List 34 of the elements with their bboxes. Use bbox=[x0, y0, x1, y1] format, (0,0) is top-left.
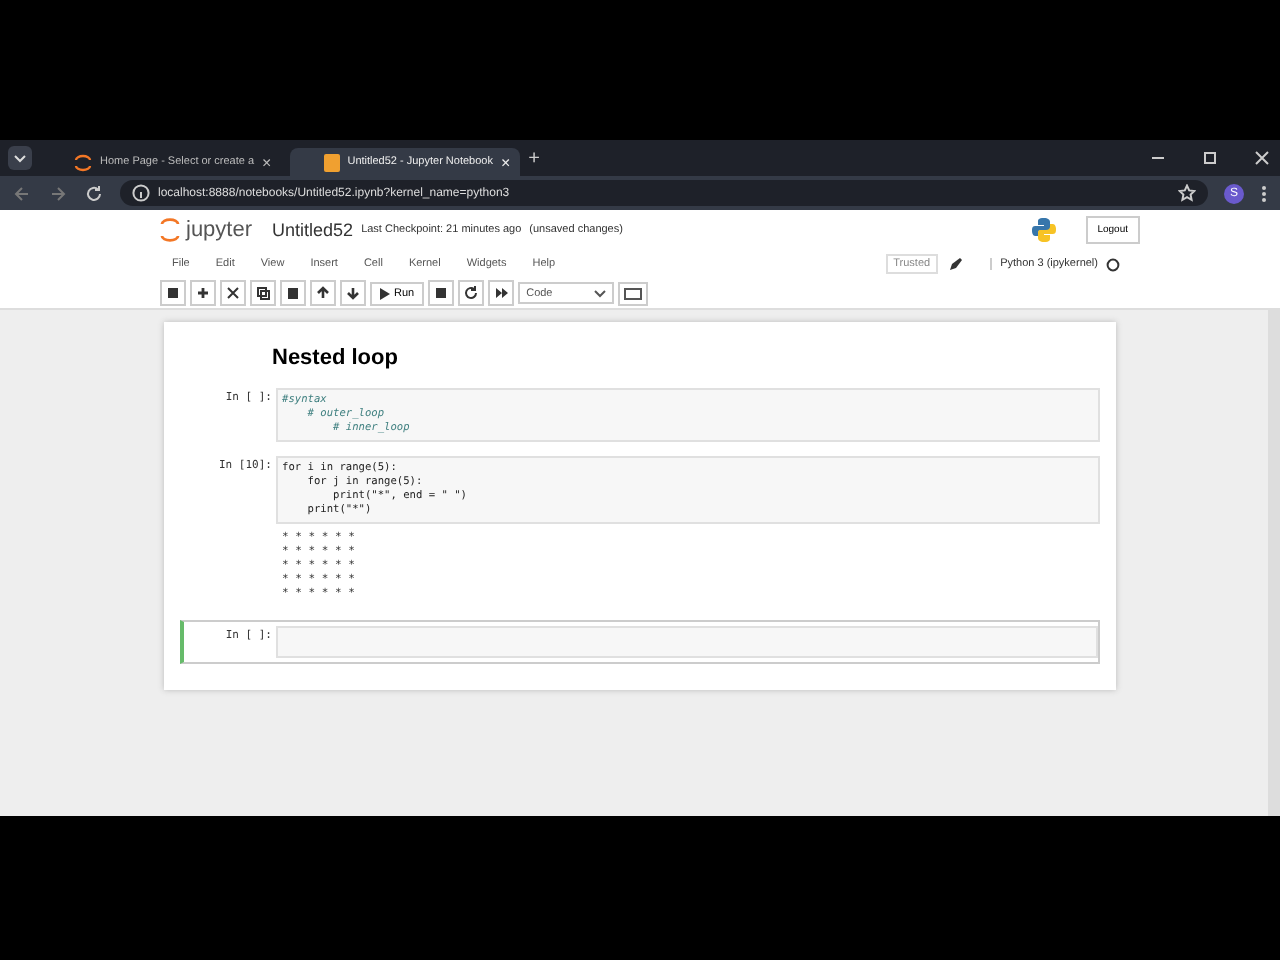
stop-icon[interactable] bbox=[428, 280, 455, 306]
kernel-idle-icon[interactable] bbox=[1106, 257, 1120, 271]
close-icon[interactable] bbox=[1252, 148, 1272, 168]
chevron-down-icon[interactable] bbox=[594, 289, 607, 297]
up-arrow-icon[interactable] bbox=[310, 280, 336, 306]
pencil-icon[interactable] bbox=[948, 256, 965, 272]
down-arrow-icon[interactable] bbox=[340, 280, 366, 306]
restart-icon[interactable] bbox=[458, 280, 485, 306]
info-icon[interactable] bbox=[132, 184, 150, 202]
scrollbar[interactable] bbox=[1268, 310, 1280, 816]
play-icon[interactable] bbox=[380, 287, 390, 299]
code-input[interactable] bbox=[276, 626, 1098, 658]
new-tab-button[interactable]: + bbox=[528, 147, 540, 169]
back-icon[interactable] bbox=[12, 183, 32, 203]
notebook-icon[interactable] bbox=[323, 153, 340, 171]
close-icon[interactable]: × bbox=[262, 153, 272, 171]
notebook-title[interactable]: Untitled52 bbox=[272, 220, 354, 240]
more-icon[interactable] bbox=[1260, 183, 1268, 203]
notebook-heading: Nested loop bbox=[272, 346, 400, 370]
scissors-icon[interactable] bbox=[220, 280, 246, 306]
fast-forward-icon[interactable] bbox=[488, 280, 515, 306]
jupyter-logo[interactable]: jupyter bbox=[160, 216, 253, 244]
dropdown-icon[interactable] bbox=[8, 146, 32, 170]
close-icon[interactable]: × bbox=[500, 153, 511, 171]
python-logo-icon[interactable] bbox=[1029, 216, 1058, 244]
restore-icon[interactable] bbox=[1200, 148, 1220, 168]
copy-icon[interactable] bbox=[250, 280, 276, 306]
forward-icon[interactable] bbox=[48, 183, 68, 203]
keyboard-icon[interactable] bbox=[618, 281, 649, 305]
jupyter-icon[interactable] bbox=[74, 153, 92, 171]
jupyter-icon[interactable] bbox=[160, 216, 180, 244]
reload-icon[interactable] bbox=[84, 183, 104, 203]
plus-icon[interactable] bbox=[190, 280, 216, 306]
star-icon[interactable] bbox=[1178, 184, 1196, 202]
